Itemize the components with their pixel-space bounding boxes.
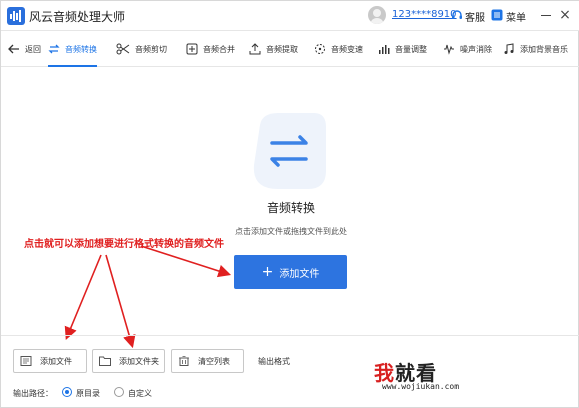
tab-label: 音频合并: [203, 44, 235, 54]
plus-icon: +: [261, 264, 274, 280]
folder-icon: [99, 356, 111, 366]
close-button[interactable]: ×: [558, 8, 572, 22]
tab-audio-cut[interactable]: 音频剪切: [116, 31, 167, 67]
output-path-label: 输出路径：: [13, 389, 53, 398]
add-folder-button[interactable]: 添加文件夹: [92, 349, 165, 373]
menu-button[interactable]: 菜单: [506, 9, 526, 24]
drop-hint: 点击添加文件或拖拽文件到此处: [235, 227, 347, 236]
radio-source-dir-label[interactable]: 原目录: [76, 388, 100, 399]
page-title: 音频转换: [266, 201, 315, 215]
app-logo-icon: [7, 7, 25, 25]
tab-add-bgm[interactable]: 添加背景音乐: [503, 31, 568, 67]
tab-audio-merge[interactable]: 音频合并: [186, 31, 235, 67]
back-button[interactable]: 返回: [8, 31, 41, 67]
radio-custom-dir-label[interactable]: 自定义: [128, 388, 152, 399]
add-file-button[interactable]: 添加文件: [13, 349, 87, 373]
tab-label: 音量调整: [395, 44, 427, 54]
annotation-text: 点击就可以添加想要进行格式转换的音频文件: [24, 239, 224, 250]
volume-bars-icon: [379, 45, 390, 54]
upload-icon: [249, 43, 261, 55]
radio-source-dir[interactable]: [62, 387, 72, 397]
arrow-to-add-file: [64, 254, 102, 340]
add-file-label: 添加文件: [40, 356, 72, 366]
tab-label: 噪声消除: [460, 44, 492, 54]
user-avatar[interactable]: [368, 6, 386, 24]
back-label: 返回: [25, 44, 41, 54]
tab-audio-convert[interactable]: 音频转换: [48, 31, 97, 67]
arrow-to-main-button: [140, 245, 232, 278]
arrow-to-add-folder: [105, 254, 136, 349]
trash-icon: [179, 356, 189, 366]
speed-icon: [315, 44, 325, 54]
menu-icon[interactable]: [491, 9, 503, 21]
clear-list-label: 清空列表: [198, 356, 230, 366]
app-window: 风云音频处理大师 123****8910 客服 菜单 × 返回 音频转换 音频剪…: [0, 0, 579, 408]
tab-audio-extract[interactable]: 音频提取: [249, 31, 298, 67]
convert-icon: [48, 44, 60, 54]
arrow-left-icon: [8, 44, 19, 54]
user-account-link[interactable]: 123****8910: [392, 9, 457, 20]
function-toolbar: 返回 音频转换 音频剪切 音频合并 音频提取 音频变速 音量调整 噪声消除 添加…: [1, 31, 579, 67]
customer-service-button[interactable]: 客服: [465, 9, 485, 24]
tab-label: 音频提取: [266, 44, 298, 54]
noise-icon: [444, 44, 454, 55]
app-title: 风云音频处理大师: [29, 10, 126, 24]
add-file-primary-button[interactable]: + 添加文件: [234, 255, 347, 289]
tab-label: 音频变速: [331, 44, 363, 54]
merge-icon: [186, 43, 198, 55]
scissors-icon: [116, 43, 130, 55]
title-bar: 风云音频处理大师 123****8910 客服 菜单 ×: [1, 1, 579, 31]
clear-list-button[interactable]: 清空列表: [171, 349, 244, 373]
tab-noise-removal[interactable]: 噪声消除: [443, 31, 492, 67]
radio-custom-dir[interactable]: [114, 387, 124, 397]
add-folder-label: 添加文件夹: [119, 356, 159, 366]
tab-label: 音频剪切: [135, 44, 167, 54]
audio-convert-hero-icon: [253, 113, 326, 189]
headset-icon[interactable]: [451, 9, 463, 21]
file-icon: [20, 356, 32, 366]
music-note-icon: [504, 43, 514, 54]
minimize-button[interactable]: [541, 15, 551, 16]
add-file-primary-label: 添加文件: [279, 268, 320, 280]
watermark-url: www.wojiukan.com: [382, 382, 460, 391]
tab-label: 添加背景音乐: [520, 44, 568, 54]
tab-volume-adjust[interactable]: 音量调整: [378, 31, 427, 67]
bottom-divider: [1, 335, 579, 336]
tab-audio-speed[interactable]: 音频变速: [314, 31, 363, 67]
tab-label: 音频转换: [65, 44, 97, 54]
output-format-label[interactable]: 输出格式: [258, 356, 290, 367]
